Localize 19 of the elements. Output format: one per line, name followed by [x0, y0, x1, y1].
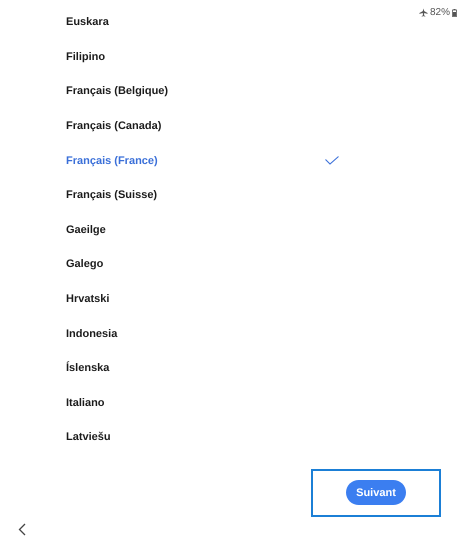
airplane-icon — [418, 8, 428, 17]
battery-level: 82% — [430, 7, 450, 18]
language-item[interactable]: Français (Canada) — [66, 108, 405, 144]
language-item[interactable]: Italiano — [66, 386, 405, 420]
battery-icon — [452, 8, 457, 16]
language-item[interactable]: Français (Suisse) — [66, 178, 405, 213]
language-item[interactable]: Filipino — [66, 40, 405, 74]
language-item[interactable]: Hrvatski — [66, 282, 405, 316]
language-item[interactable]: Latviešu — [66, 420, 405, 455]
back-icon[interactable] — [18, 522, 26, 536]
language-item[interactable]: Euskara — [66, 5, 405, 40]
language-item[interactable]: Indonesia — [66, 316, 405, 351]
checkmark-icon — [325, 156, 339, 166]
language-item[interactable]: Íslenska — [66, 350, 405, 386]
next-button[interactable]: Suivant — [346, 480, 406, 506]
language-item[interactable]: Gaeilge — [66, 212, 405, 248]
language-item[interactable]: Français (France) — [66, 143, 405, 178]
language-item[interactable]: Français (Belgique) — [66, 74, 405, 109]
language-item[interactable]: Galego — [66, 247, 405, 282]
